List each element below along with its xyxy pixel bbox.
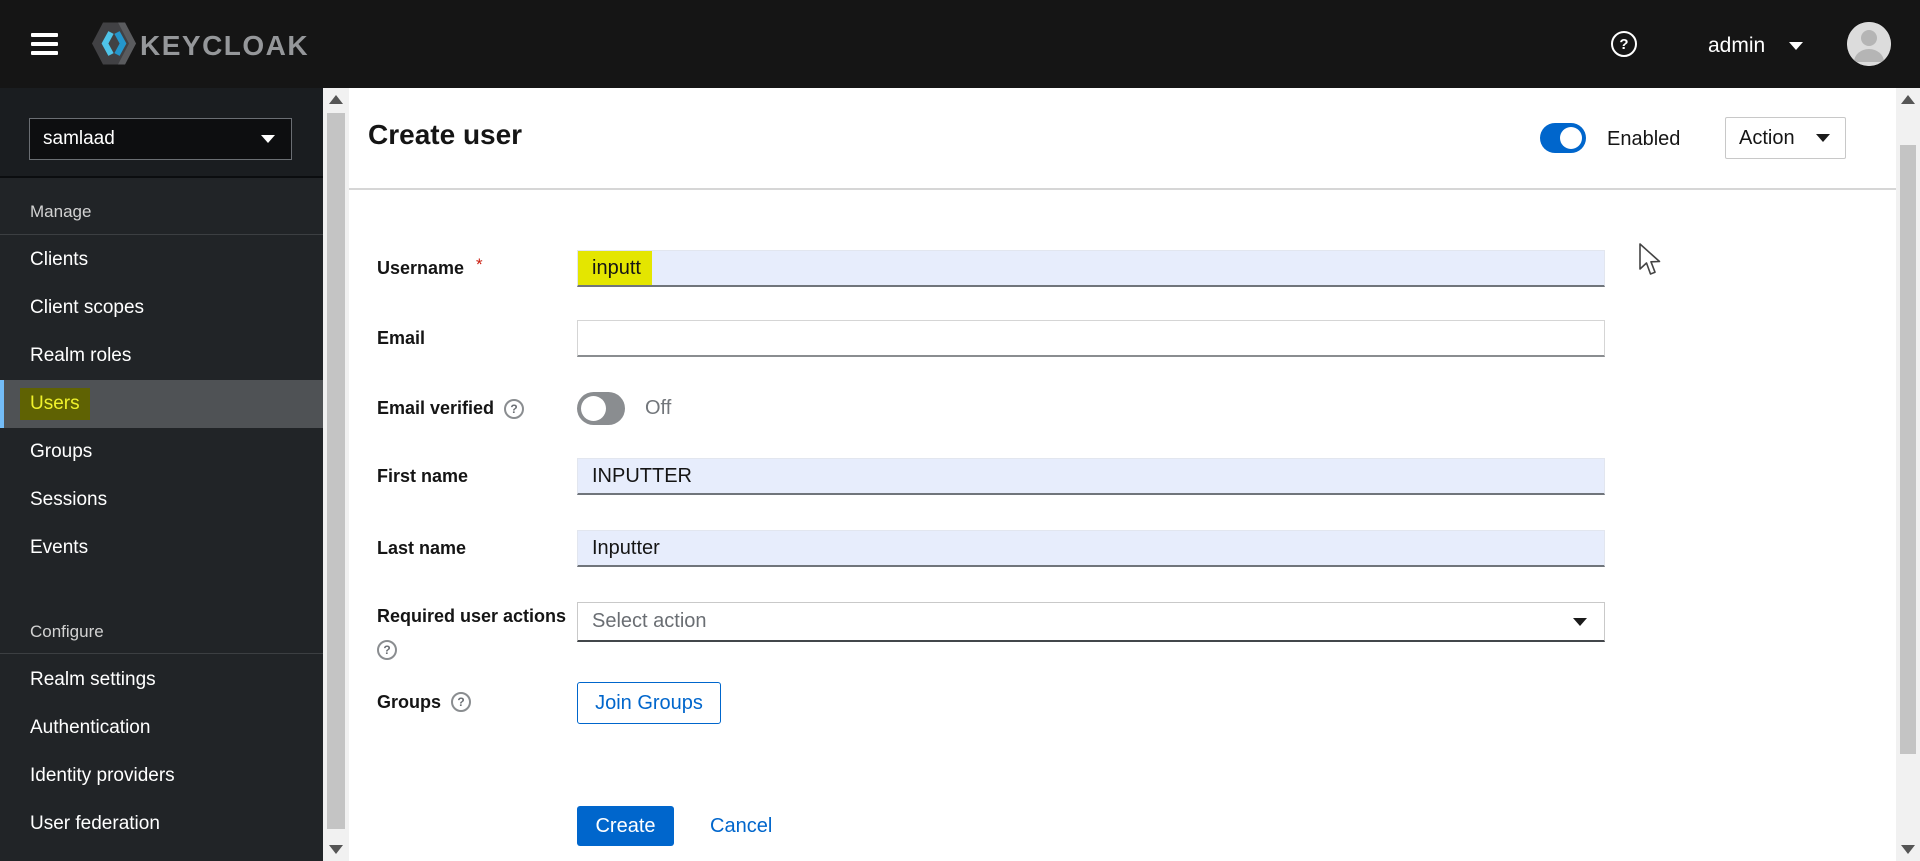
sidebar-item-users-highlight: Users (20, 388, 90, 420)
sidebar-item-groups[interactable]: Groups (0, 428, 323, 476)
first-name-row: First name INPUTTER (349, 458, 1896, 495)
action-dropdown[interactable]: Action (1725, 117, 1846, 159)
sidebar-item-events[interactable]: Events (0, 524, 323, 572)
username-row: Username * inputt (349, 250, 1896, 287)
last-name-label: Last name (377, 538, 467, 558)
help-icon[interactable]: ? (1611, 31, 1637, 57)
chevron-down-icon (1816, 134, 1830, 142)
page-title: Create user (368, 119, 523, 150)
scroll-up-icon[interactable] (1901, 95, 1915, 104)
username-input[interactable]: inputt (577, 250, 1605, 287)
last-name-input[interactable]: Inputter (577, 530, 1605, 567)
chevron-down-icon (1573, 617, 1587, 626)
chevron-down-icon (1789, 42, 1804, 50)
enabled-toggle-label: Enabled (1607, 128, 1681, 150)
first-name-label: First name (377, 466, 469, 486)
main-content: Create user Enabled Action Username * in… (349, 88, 1896, 861)
sidebar-item-client-scopes[interactable]: Client scopes (0, 284, 323, 332)
last-name-value: Inputter (592, 536, 660, 559)
cancel-link[interactable]: Cancel (710, 806, 772, 846)
nav-divider (0, 234, 323, 235)
email-verified-state-label: Off (645, 397, 672, 419)
chevron-down-icon (261, 135, 275, 143)
scroll-down-icon[interactable] (1901, 845, 1915, 854)
select-placeholder: Select action (592, 610, 707, 632)
sidebar-item-authentication[interactable]: Authentication (0, 704, 323, 752)
header-divider (349, 188, 1896, 190)
required-user-actions-select[interactable]: Select action (577, 602, 1605, 642)
join-groups-button[interactable]: Join Groups (577, 682, 721, 724)
user-dropdown[interactable]: admin (1708, 34, 1804, 58)
scroll-up-icon[interactable] (329, 95, 343, 104)
groups-row: Groups ? Join Groups (349, 682, 1896, 724)
help-question-icon[interactable]: ? (377, 640, 397, 660)
sidebar-nav: samlaad Manage Clients Client scopes Rea… (0, 88, 323, 861)
sidebar-item-realm-roles[interactable]: Realm roles (0, 332, 323, 380)
email-row: Email (349, 320, 1896, 357)
required-user-actions-label: Required user actions ? (377, 604, 566, 660)
realm-selector[interactable]: samlaad (29, 118, 292, 160)
app-window: KEYCLOAK ? admin samlaad Manage Clients … (0, 0, 1920, 861)
nav-divider (0, 653, 323, 654)
sidebar-scrollbar[interactable] (323, 88, 349, 861)
first-name-value: INPUTTER (592, 464, 692, 487)
email-verified-row: Email verified ? Off (349, 392, 1896, 425)
hamburger-menu-icon[interactable] (31, 33, 58, 56)
sidebar-item-realm-settings[interactable]: Realm settings (0, 656, 323, 704)
scroll-down-icon[interactable] (329, 845, 343, 854)
nav-section-manage: Manage (30, 202, 92, 221)
nav-section-configure: Configure (30, 622, 104, 641)
page-scrollbar[interactable] (1896, 88, 1920, 861)
last-name-row: Last name Inputter (349, 530, 1896, 567)
enabled-toggle[interactable] (1540, 123, 1586, 153)
user-dropdown-label: admin (1708, 34, 1766, 57)
username-value-highlighted: inputt (578, 251, 652, 285)
create-button[interactable]: Create (577, 806, 674, 846)
form-actions-row: Create Cancel (349, 806, 1896, 846)
required-asterisk: * (476, 254, 483, 274)
email-verified-toggle[interactable] (577, 392, 625, 425)
sidebar-item-users[interactable]: Users (0, 380, 323, 428)
keycloak-logo-icon (90, 19, 138, 73)
help-question-icon[interactable]: ? (451, 692, 472, 712)
email-verified-label: Email verified ? (377, 392, 525, 425)
email-input[interactable] (577, 320, 1605, 357)
scrollbar-thumb[interactable] (327, 113, 345, 829)
sidebar-item-clients[interactable]: Clients (0, 236, 323, 284)
realm-selector-area: samlaad (0, 88, 323, 178)
required-user-actions-row: Required user actions ? Select action (349, 602, 1896, 660)
email-label: Email (377, 328, 426, 348)
first-name-input[interactable]: INPUTTER (577, 458, 1605, 495)
help-question-icon[interactable]: ? (504, 398, 525, 419)
masthead: KEYCLOAK ? admin (0, 0, 1920, 88)
brand-wordmark: KEYCLOAK (140, 30, 310, 61)
realm-selector-value: samlaad (43, 128, 115, 149)
avatar[interactable] (1847, 22, 1891, 66)
sidebar-item-user-federation[interactable]: User federation (0, 800, 323, 848)
sidebar-item-sessions[interactable]: Sessions (0, 476, 323, 524)
scrollbar-thumb[interactable] (1900, 145, 1916, 754)
sidebar-item-identity-providers[interactable]: Identity providers (0, 752, 323, 800)
keycloak-logo[interactable]: KEYCLOAK (90, 19, 309, 73)
action-dropdown-label: Action (1739, 126, 1795, 149)
groups-label: Groups ? (377, 682, 472, 722)
username-label: Username * (377, 254, 483, 279)
